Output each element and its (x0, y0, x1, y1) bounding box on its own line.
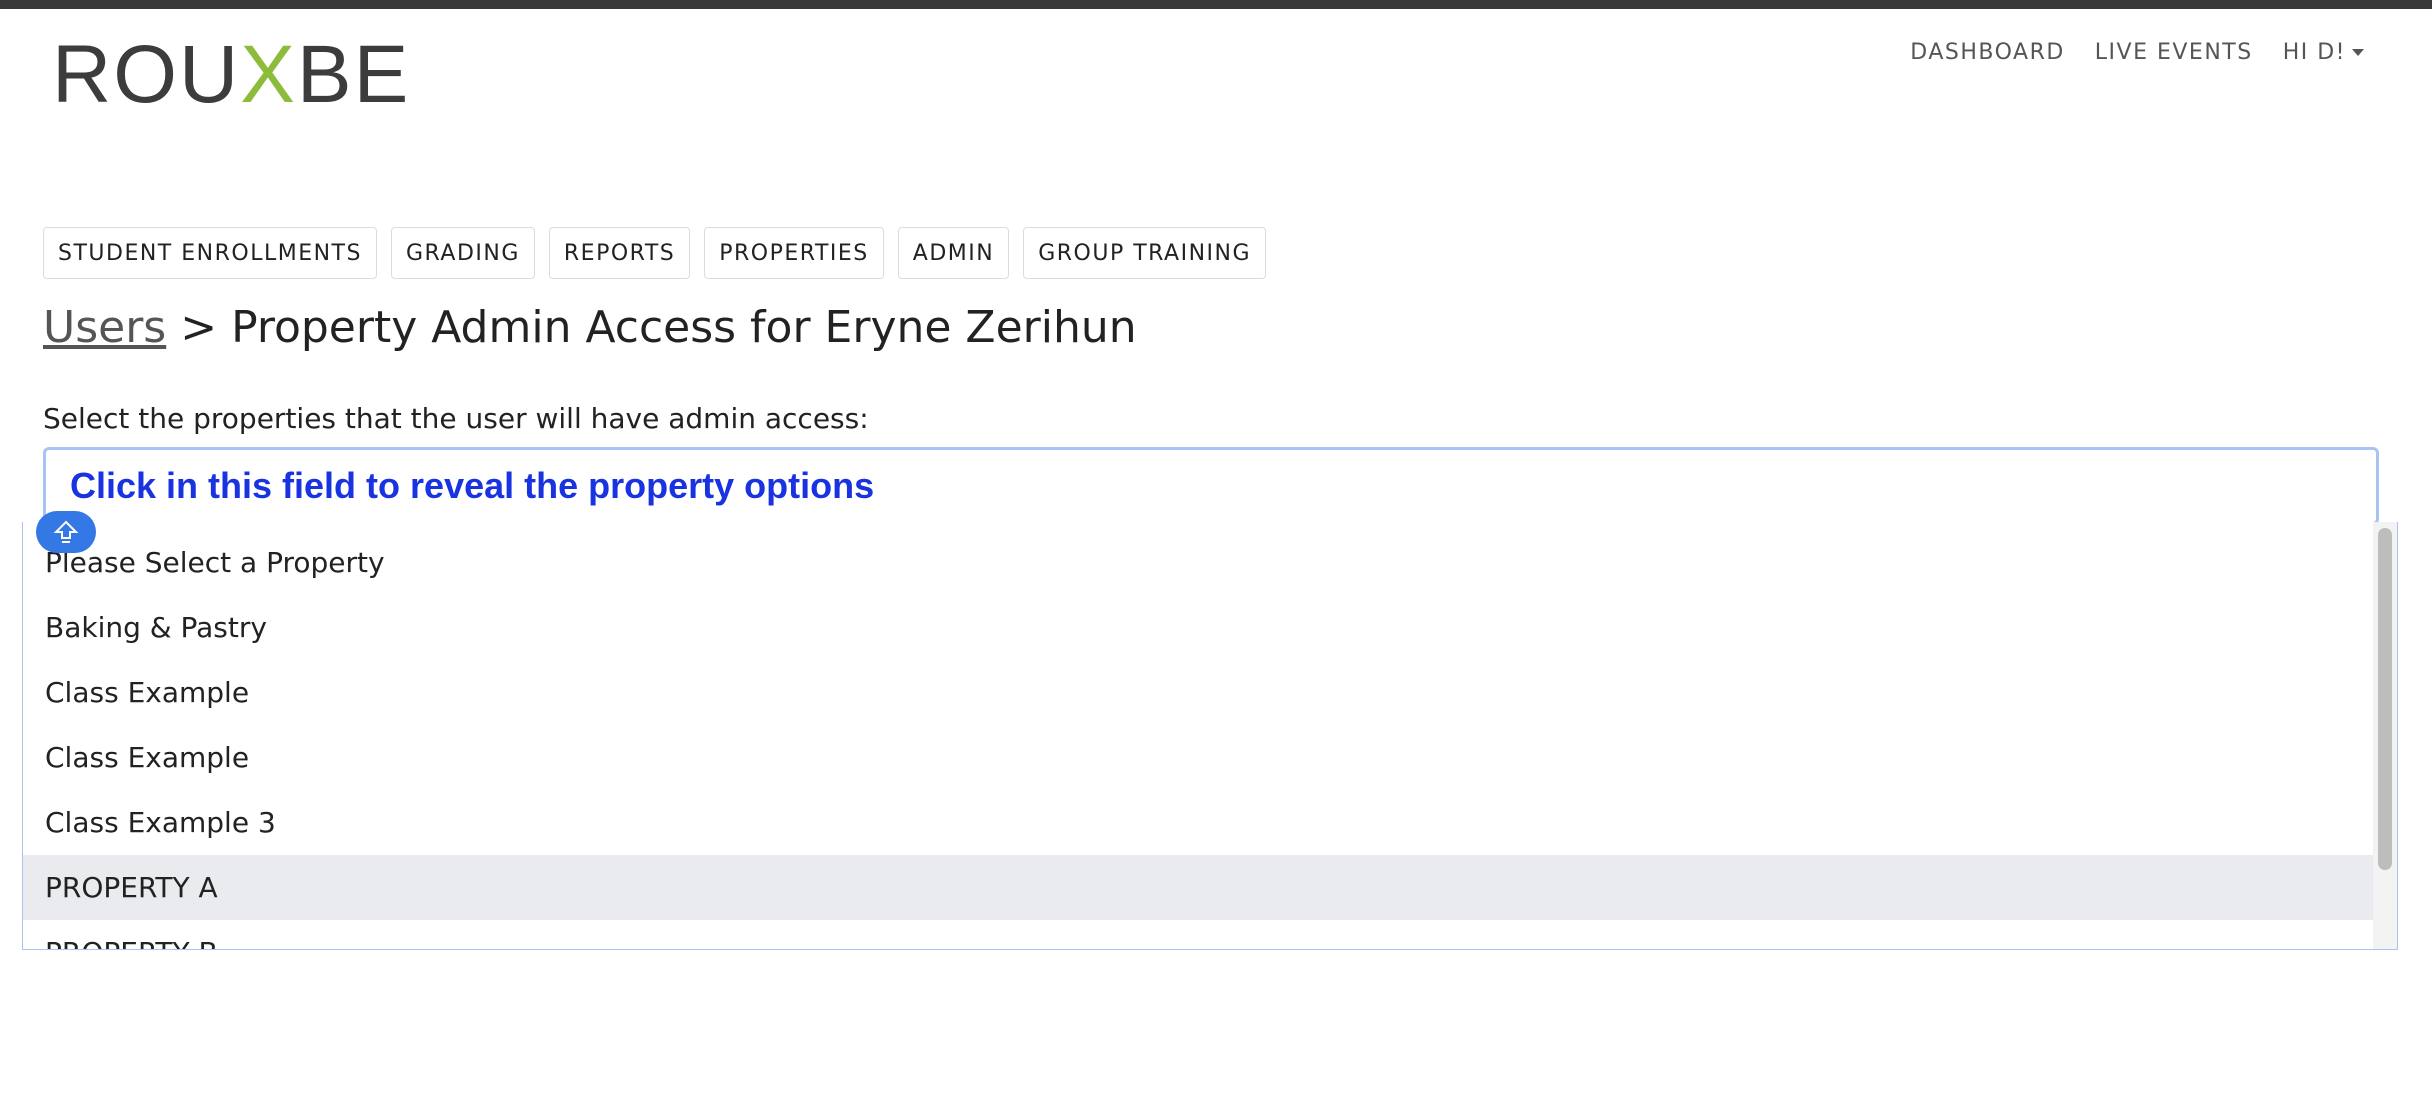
property-options-list[interactable]: Please Select a Property Baking & Pastry… (22, 522, 2398, 950)
logo-text-x: X (240, 29, 297, 120)
option-class-example[interactable]: Class Example (23, 660, 2373, 725)
option-class-example-3[interactable]: Class Example 3 (23, 790, 2373, 855)
user-menu-label: HI D! (2282, 40, 2346, 65)
section-tabs: STUDENT ENROLLMENTS GRADING REPORTS PROP… (43, 227, 1267, 279)
rouxbe-logo[interactable]: ROU X BE (52, 29, 411, 120)
option-property-a[interactable]: PROPERTY A (23, 855, 2373, 920)
tab-grading[interactable]: GRADING (390, 227, 535, 279)
logo-text-a: ROU (52, 29, 241, 120)
upload-arrow-icon[interactable] (36, 511, 96, 553)
option-class-example-2[interactable]: Class Example (23, 725, 2373, 790)
option-please-select[interactable]: Please Select a Property (23, 530, 2373, 595)
upload-arrow-glyph (53, 520, 79, 543)
nav-live-events[interactable]: LIVE EVENTS (2095, 40, 2253, 65)
tab-student-enrollments[interactable]: STUDENT ENROLLMENTS (43, 227, 377, 279)
tab-reports[interactable]: REPORTS (548, 227, 691, 279)
tab-admin[interactable]: ADMIN (897, 227, 1010, 279)
nav-user-menu[interactable]: HI D! (2283, 40, 2364, 65)
caret-down-icon (2352, 49, 2364, 56)
field-hint-text: Click in this field to reveal the proper… (70, 465, 875, 506)
tab-group-training[interactable]: GROUP TRAINING (1023, 227, 1267, 279)
option-property-b[interactable]: PROPERTY B (23, 920, 2373, 949)
option-baking-pastry[interactable]: Baking & Pastry (23, 595, 2373, 660)
logo-text-b: BE (296, 29, 411, 120)
instruction-label: Select the properties that the user will… (43, 402, 869, 435)
top-nav: DASHBOARD LIVE EVENTS HI D! (1910, 40, 2364, 65)
nav-dashboard[interactable]: DASHBOARD (1910, 40, 2065, 65)
property-select-field[interactable]: Click in this field to reveal the proper… (43, 447, 2379, 525)
top-bar (0, 0, 2432, 9)
breadcrumb-current: Property Admin Access for Eryne Zerihun (231, 302, 1137, 353)
page-title: Users > Property Admin Access for Eryne … (43, 302, 1137, 353)
scrollbar-track[interactable] (2373, 522, 2397, 949)
breadcrumb-users-link[interactable]: Users (43, 302, 166, 353)
options-container: Please Select a Property Baking & Pastry… (23, 530, 2397, 949)
tab-properties[interactable]: PROPERTIES (704, 227, 884, 279)
breadcrumb-separator: > (166, 302, 232, 353)
scrollbar-thumb[interactable] (2378, 528, 2392, 870)
